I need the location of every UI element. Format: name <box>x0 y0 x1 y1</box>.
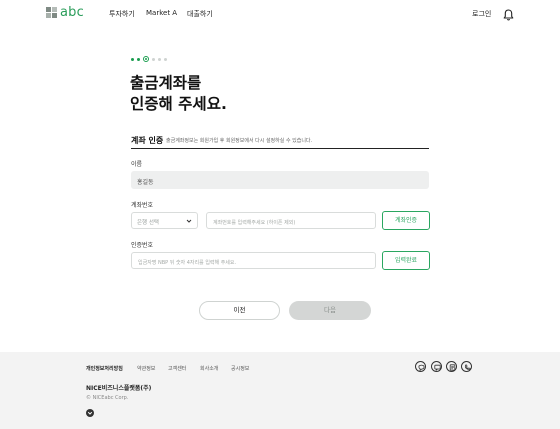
login-link[interactable]: 로그인 <box>472 9 491 19</box>
phone-icon[interactable] <box>461 361 472 372</box>
name-field: 홍길동 <box>131 171 429 189</box>
section-title: 계좌 인증 <box>131 136 164 145</box>
account-verify-button[interactable]: 계좌인증 <box>382 211 430 230</box>
logo-text: abc <box>60 5 84 20</box>
blog-icon[interactable] <box>415 361 426 372</box>
bell-icon[interactable] <box>503 6 514 21</box>
footer-link-support[interactable]: 고객센터 <box>168 365 186 372</box>
footer-link-terms[interactable]: 약관정보 <box>137 365 155 372</box>
page-title-line-1: 출금계좌를 <box>130 74 202 92</box>
footer-link-about[interactable]: 회사소개 <box>200 365 218 372</box>
top-header: abc 투자하기 Market A 대출하기 로그인 <box>0 0 560 27</box>
code-confirm-button[interactable]: 입력완료 <box>382 251 430 270</box>
page-title: 출금계좌를 인증해 주세요. <box>130 73 227 115</box>
code-label: 인증번호 <box>131 242 154 249</box>
verification-code-input[interactable]: 입금자명 NBP 뒤 숫자 4자리를 입력해 주세요. <box>131 252 376 269</box>
step-dot-1 <box>131 57 134 61</box>
bank-select[interactable]: 은행 선택 <box>131 212 198 229</box>
footer-expand-icon[interactable] <box>86 409 94 417</box>
nav-invest[interactable]: 투자하기 <box>109 9 135 19</box>
page-title-line-2: 인증해 주세요. <box>130 95 227 113</box>
footer-copyright: © NICEabc Corp. <box>86 395 129 401</box>
nav-market-a[interactable]: Market A <box>146 9 177 17</box>
bank-select-value: 은행 선택 <box>137 220 159 226</box>
logo[interactable]: abc <box>46 6 84 19</box>
account-number-input[interactable]: 계좌번호를 입력해주세요 (하이픈 제외) <box>206 212 376 229</box>
step-dot-6 <box>164 57 167 61</box>
name-label: 이름 <box>131 161 143 168</box>
section-divider <box>131 148 429 149</box>
footer-link-privacy[interactable]: 개인정보처리방침 <box>86 365 123 372</box>
nav-loan[interactable]: 대출하기 <box>187 9 213 19</box>
progress-stepper <box>131 56 167 62</box>
logo-mark-icon <box>46 7 57 18</box>
chat-icon[interactable] <box>431 361 442 372</box>
step-dot-current <box>143 56 149 62</box>
prev-button[interactable]: 이전 <box>199 301 280 320</box>
chevron-down-icon <box>186 218 192 224</box>
news-icon[interactable] <box>446 361 457 372</box>
footer <box>0 352 560 429</box>
section-description: 출금계좌정보는 회원가입 후 회원정보에서 다시 설정하실 수 있습니다. <box>166 138 313 144</box>
footer-link-disclosure[interactable]: 공시정보 <box>231 365 249 372</box>
step-dot-4 <box>152 57 155 61</box>
step-dot-2 <box>137 57 140 61</box>
account-label: 계좌번호 <box>131 202 154 209</box>
next-button[interactable]: 다음 <box>289 301 371 320</box>
footer-company: NICE비즈니스플랫폼(주) <box>86 385 152 392</box>
step-dot-5 <box>158 57 161 61</box>
